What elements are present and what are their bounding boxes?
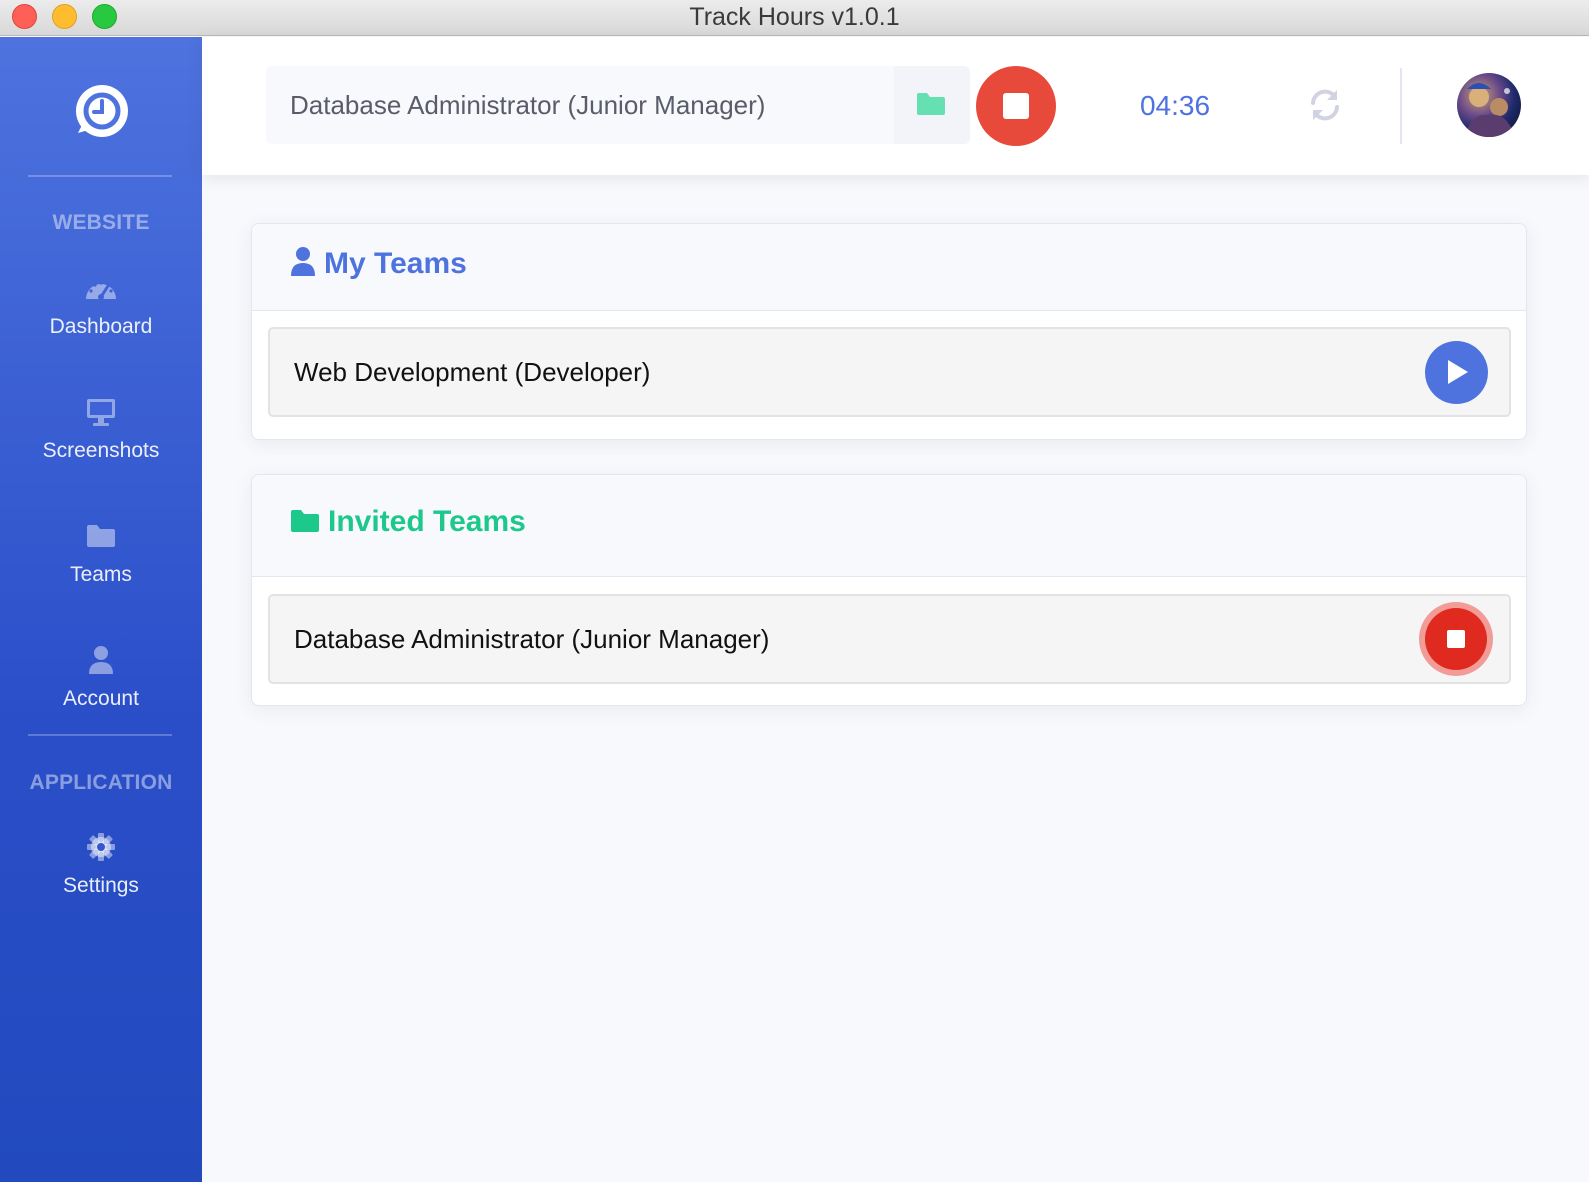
team-name: Web Development (Developer) xyxy=(294,357,651,387)
folder-icon xyxy=(84,521,118,551)
current-task-label: Database Administrator (Junior Manager) xyxy=(290,90,766,120)
sync-icon[interactable] xyxy=(1307,87,1343,123)
sidebar: WEBSITE Dashboard Screenshots Teams Acco… xyxy=(0,37,202,1182)
my-teams-card: My Teams Web Development (Developer) xyxy=(251,223,1527,440)
app-logo-icon[interactable] xyxy=(70,83,130,143)
sidebar-item-teams[interactable]: Teams xyxy=(0,521,202,621)
elapsed-timer: 04:36 xyxy=(1139,90,1211,121)
sidebar-item-label: Dashboard xyxy=(49,315,153,338)
invited-teams-title: Invited Teams xyxy=(290,505,526,542)
sidebar-item-label: Settings xyxy=(63,874,139,897)
my-teams-title-text: My Teams xyxy=(324,247,467,280)
team-name: Database Administrator (Junior Manager) xyxy=(294,624,770,654)
sidebar-item-label: Teams xyxy=(70,563,132,586)
topbar-divider xyxy=(1400,68,1402,144)
window-title: Track Hours v1.0.1 xyxy=(689,3,900,31)
invited-teams-card-header: Invited Teams xyxy=(252,475,1526,577)
sidebar-item-screenshots[interactable]: Screenshots xyxy=(0,397,202,497)
sidebar-item-label: Account xyxy=(63,687,139,710)
my-teams-card-header: My Teams xyxy=(252,224,1526,311)
invited-teams-card: Invited Teams Database Administrator (Ju… xyxy=(251,474,1527,706)
window-titlebar: Track Hours v1.0.1 xyxy=(0,0,1589,36)
sidebar-heading-website: WEBSITE xyxy=(52,211,150,234)
stop-button-inner xyxy=(1425,608,1487,670)
team-row: Web Development (Developer) xyxy=(268,327,1511,417)
avatar[interactable] xyxy=(1457,73,1521,137)
sidebar-item-label: Screenshots xyxy=(42,439,160,462)
folder-icon xyxy=(917,93,945,115)
sidebar-item-dashboard[interactable]: Dashboard xyxy=(0,273,202,373)
start-timer-button[interactable] xyxy=(1425,341,1488,404)
gear-icon xyxy=(84,832,118,862)
invited-teams-title-text: Invited Teams xyxy=(328,505,526,538)
user-icon xyxy=(84,645,118,675)
user-icon xyxy=(290,246,316,284)
stop-icon xyxy=(1447,630,1465,648)
my-teams-title: My Teams xyxy=(290,246,467,284)
sidebar-divider xyxy=(28,734,172,736)
desktop-icon xyxy=(84,397,118,427)
stop-timer-button[interactable] xyxy=(1419,602,1493,676)
tachometer-icon xyxy=(84,273,118,303)
select-team-button[interactable] xyxy=(894,66,970,144)
topbar: Database Administrator (Junior Manager) … xyxy=(202,37,1589,175)
stop-timer-button[interactable] xyxy=(976,66,1056,146)
play-icon xyxy=(1448,360,1468,384)
sidebar-item-settings[interactable]: Settings xyxy=(0,832,202,932)
current-task-field[interactable]: Database Administrator (Junior Manager) xyxy=(266,66,970,144)
sidebar-heading-application: APPLICATION xyxy=(29,771,173,794)
sidebar-divider xyxy=(28,175,172,177)
folder-icon xyxy=(290,508,320,542)
team-row: Database Administrator (Junior Manager) xyxy=(268,594,1511,684)
sidebar-item-account[interactable]: Account xyxy=(0,645,202,745)
stop-icon xyxy=(1003,93,1029,119)
